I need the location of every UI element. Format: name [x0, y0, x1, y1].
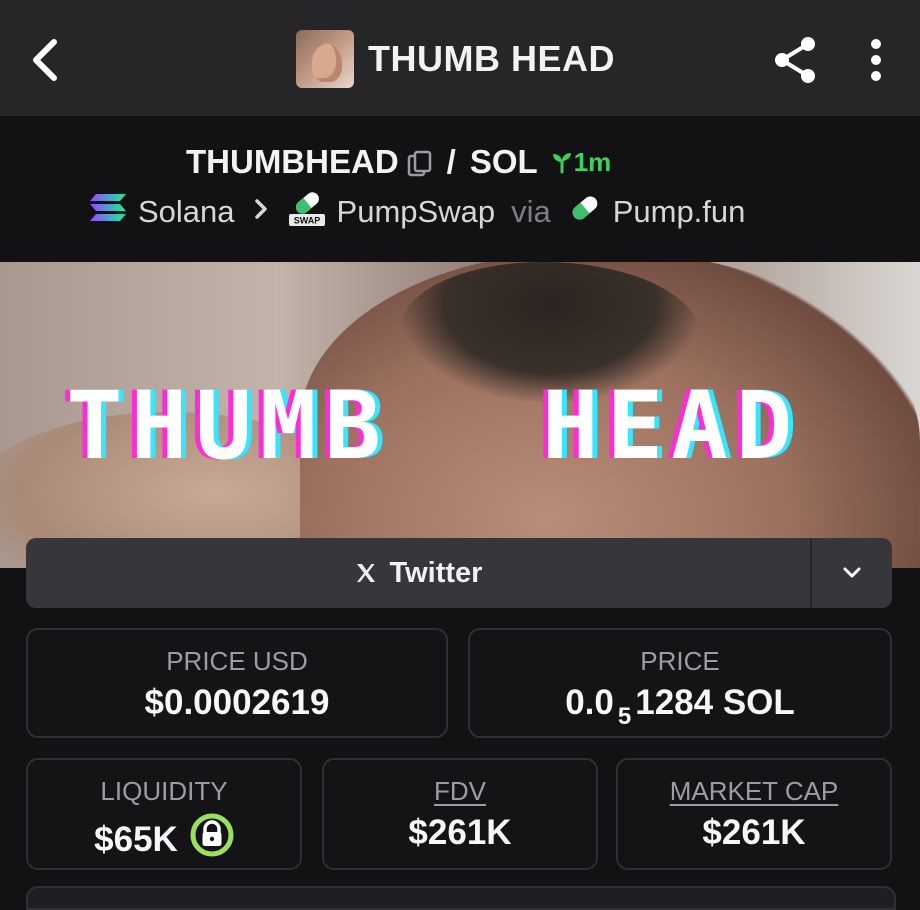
kebab-menu-icon: [871, 39, 881, 81]
twitter-label: Twitter: [389, 556, 483, 589]
share-icon: [775, 37, 815, 83]
back-button[interactable]: [24, 34, 68, 86]
share-button[interactable]: [770, 34, 822, 86]
fdv-value: $261K: [408, 813, 512, 852]
dex-link[interactable]: PumpSwap: [337, 194, 496, 230]
market-cap-label[interactable]: MARKET CAP: [618, 776, 890, 807]
price-label: PRICE: [640, 646, 720, 676]
x-logo-icon: [356, 564, 375, 582]
next-row-cards: [26, 886, 896, 910]
copy-icon[interactable]: [407, 148, 433, 177]
chevron-right-icon: [253, 195, 269, 229]
top-app-bar: THUMB HEAD: [0, 0, 920, 116]
solana-icon: [88, 192, 128, 232]
banner-text-word1: THUMB: [66, 372, 389, 481]
breadcrumb: Solana SWAP PumpSwap via Pump.fun: [88, 190, 745, 234]
chevron-down-icon: [843, 567, 861, 578]
price-prefix: 0.0: [565, 683, 614, 722]
liquidity-value: $65K: [94, 819, 178, 859]
price-usd-value: $0.0002619: [144, 683, 330, 722]
token-title: THUMB HEAD: [296, 30, 615, 88]
pumpswap-icon: SWAP: [287, 188, 327, 236]
price-native-value: 0.0 5 1284 SOL: [470, 683, 890, 730]
sprout-icon: [552, 153, 571, 174]
via-label: via: [511, 194, 551, 229]
market-cap-value: $261K: [702, 813, 806, 852]
token-avatar: [296, 30, 354, 88]
price-native-card: PRICE 0.0 5 1284 SOL: [468, 628, 892, 738]
liquidity-card: LIQUIDITY $65K: [26, 758, 302, 870]
more-options-button[interactable]: [858, 36, 894, 84]
base-token-symbol: THUMBHEAD: [186, 143, 399, 180]
banner-text-word2: HEAD: [542, 372, 801, 481]
lock-icon[interactable]: [190, 813, 234, 866]
liquidity-value-row: $65K: [28, 813, 300, 866]
liquidity-label: LIQUIDITY: [100, 776, 228, 806]
launchpad-link[interactable]: Pump.fun: [613, 194, 746, 230]
pair-age-badge: 1m: [550, 146, 612, 178]
price-suffix: 1284 SOL: [635, 683, 795, 722]
pair-info: [0, 116, 920, 262]
chain-link[interactable]: Solana: [138, 194, 235, 230]
chevron-left-icon: [33, 39, 57, 81]
social-links-bar: Twitter: [26, 538, 892, 608]
price-usd-label: PRICE USD: [166, 646, 308, 676]
more-socials-dropdown[interactable]: [810, 538, 892, 608]
market-cap-card[interactable]: MARKET CAP $261K: [616, 758, 892, 870]
page-title: THUMB HEAD: [368, 38, 615, 79]
fdv-card[interactable]: FDV $261K: [322, 758, 598, 870]
twitter-button[interactable]: Twitter: [26, 538, 810, 608]
fdv-label[interactable]: FDV: [324, 776, 596, 807]
pair-title: THUMBHEAD / SOL 1m: [186, 140, 611, 184]
price-usd-card: PRICE USD $0.0002619: [26, 628, 448, 738]
pair-age: 1m: [573, 146, 612, 177]
quote-token-symbol: SOL: [469, 143, 538, 180]
pumpfun-icon: [567, 190, 603, 234]
price-zero-count: 5: [617, 703, 632, 730]
swap-badge-text: SWAP: [293, 216, 320, 226]
pair-separator: /: [446, 143, 456, 180]
